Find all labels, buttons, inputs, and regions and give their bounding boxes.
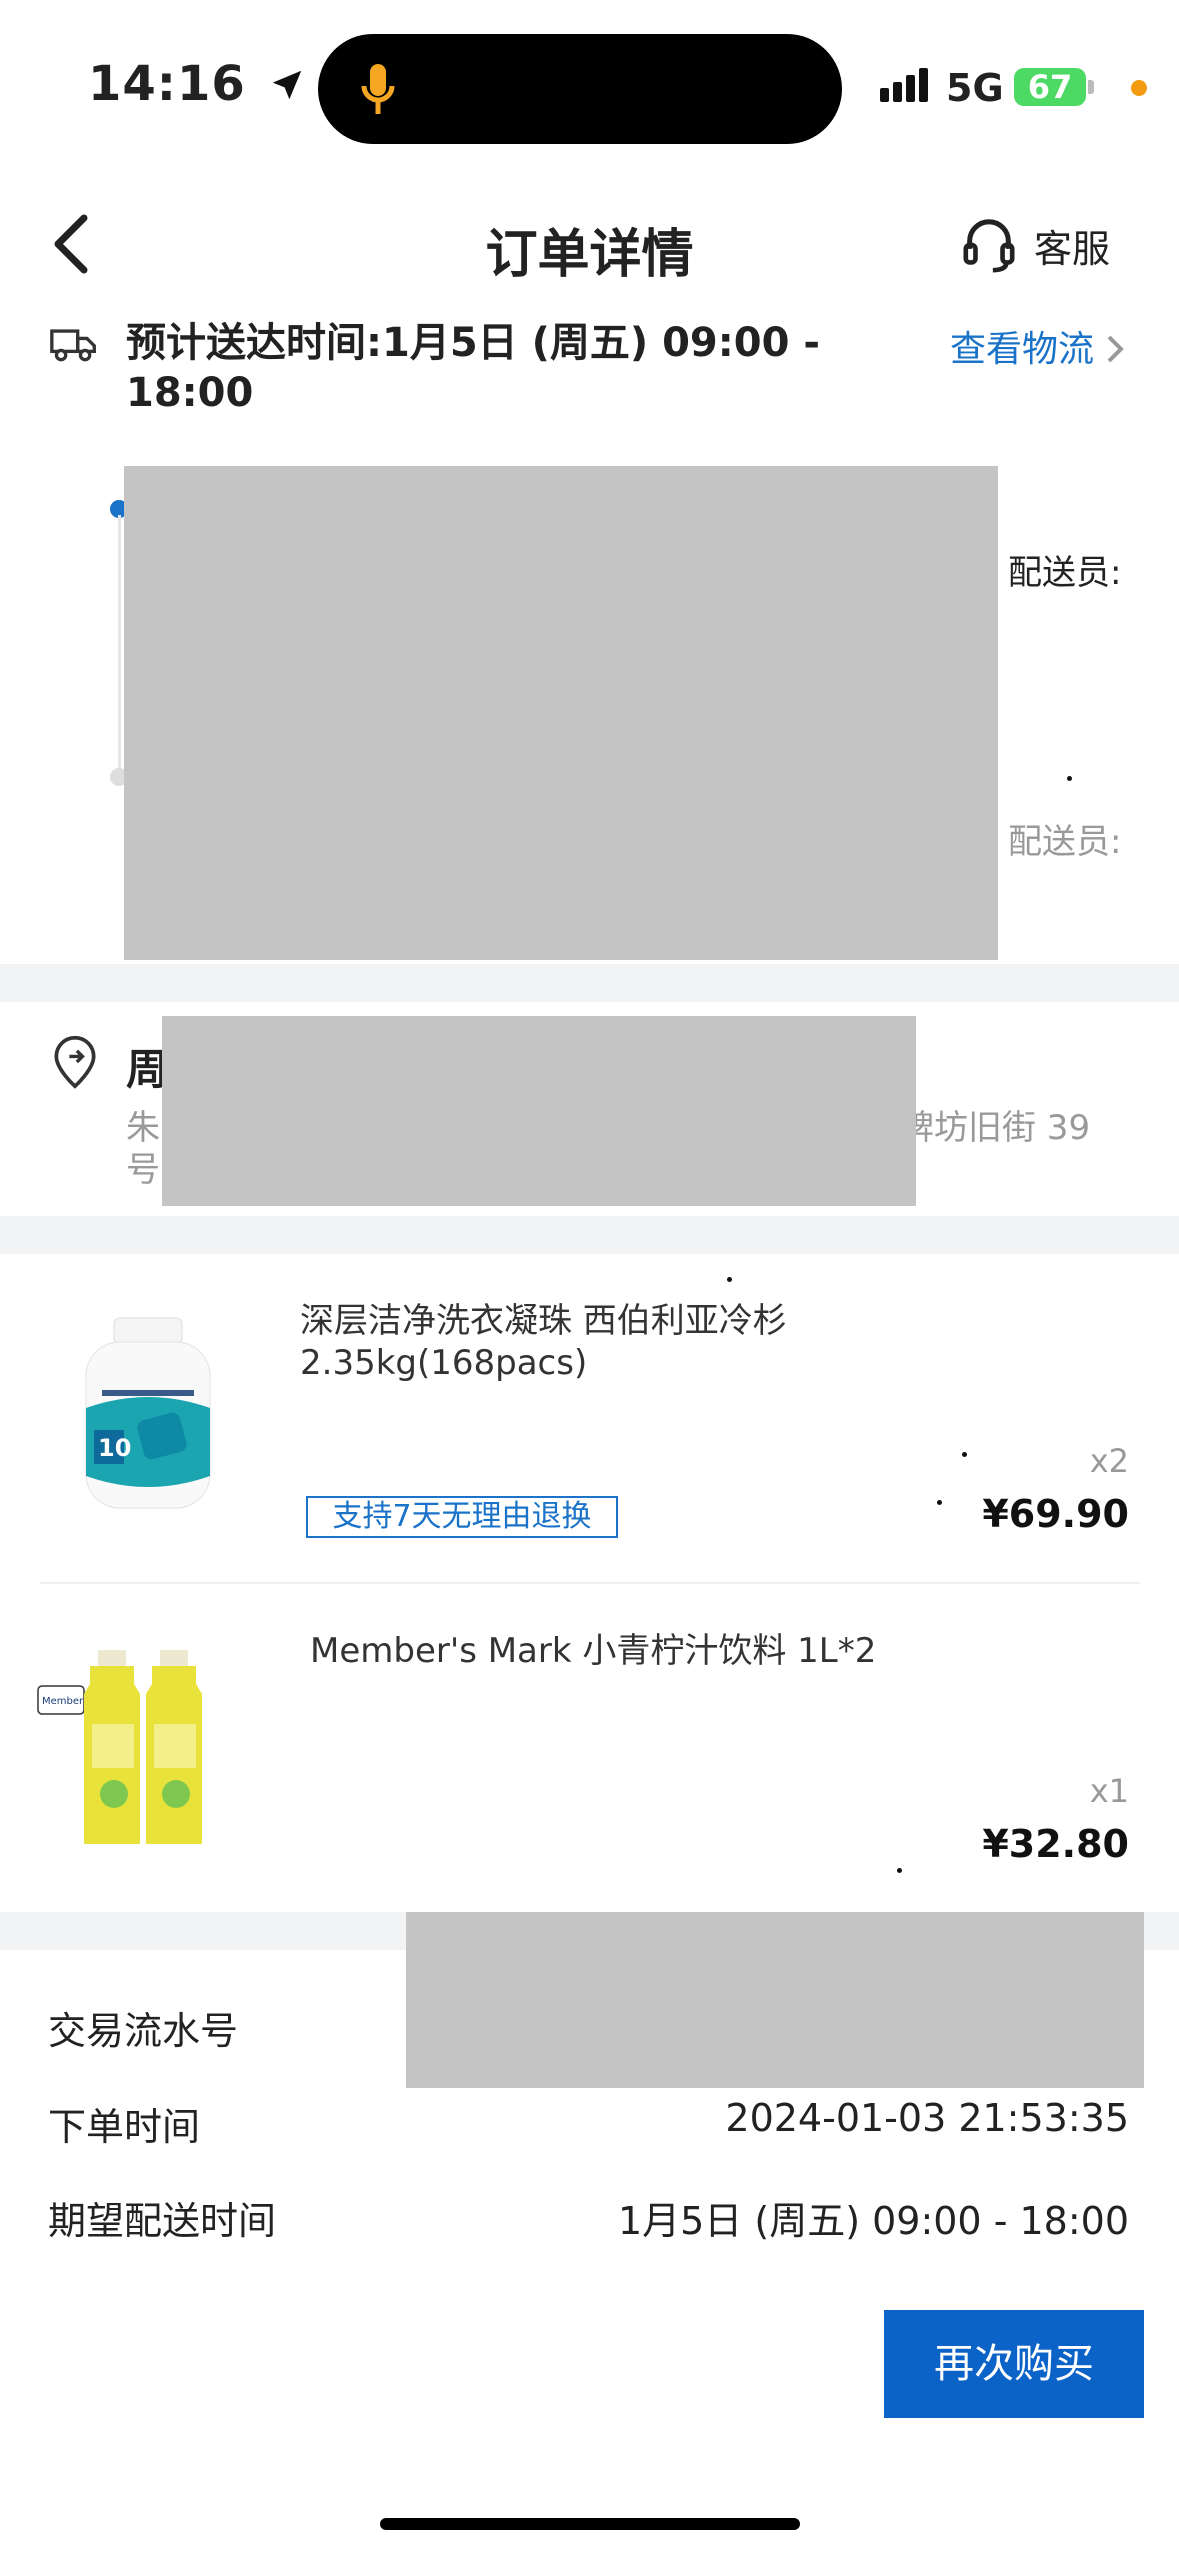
address-line-suffix: 牌坊旧街 39 [900, 1108, 1091, 1148]
order-time-label: 下单时间 [48, 2105, 201, 2149]
speck [962, 1452, 967, 1457]
section-divider [0, 964, 1179, 1002]
return-policy-badge: 支持7天无理由退换 [306, 1496, 618, 1538]
redacted-serial-number [406, 1912, 1144, 2088]
location-pin-icon [54, 1035, 96, 1089]
speck [897, 1868, 902, 1873]
serial-number-label: 交易流水号 [48, 2009, 239, 2053]
product-quantity: x1 [1089, 1772, 1129, 1810]
customer-service-label: 客服 [1034, 227, 1111, 271]
estimated-delivery-time: 预计送达时间:1月5日 (周五) 09:00 - 18:00 [126, 320, 820, 416]
microphone-icon [361, 64, 395, 114]
signal-icon [880, 68, 932, 102]
redacted-address [162, 1016, 916, 1206]
svg-text:10: 10 [98, 1434, 131, 1462]
network-type: 5G [946, 66, 1004, 110]
courier-label-previous: 配送员: [1008, 822, 1122, 862]
redacted-tracking-info [124, 466, 998, 960]
chevron-right-icon [1108, 335, 1125, 363]
product-price: ¥32.80 [982, 1822, 1129, 1866]
expected-delivery-label: 期望配送时间 [48, 2199, 277, 2243]
dynamic-island [318, 34, 842, 144]
battery-tip [1088, 80, 1094, 94]
status-time: 14:16 [88, 56, 306, 112]
courier-label-current: 配送员: [1008, 553, 1122, 593]
address-line-2: 号 [126, 1150, 160, 1190]
product-quantity: x2 [1089, 1442, 1129, 1480]
battery-icon: 67 [1014, 68, 1086, 106]
product-image-detergent[interactable]: 10 [80, 1316, 216, 1512]
view-logistics-label: 查看物流 [950, 329, 1095, 370]
timeline-line [118, 515, 121, 775]
truck-icon [50, 329, 96, 362]
product-name[interactable]: 深层洁净洗衣凝珠 西伯利亚冷杉 2.35kg(168pacs) [300, 1300, 860, 1384]
order-time-value: 2024-01-03 21:53:35 [725, 2096, 1129, 2140]
privacy-indicator [1131, 80, 1147, 96]
section-divider [0, 1216, 1179, 1254]
location-arrow-icon [272, 70, 301, 100]
headset-icon [963, 219, 1015, 273]
product-image-lime-juice[interactable]: Member's [34, 1644, 224, 1850]
speck [727, 1277, 732, 1282]
product-price: ¥69.90 [982, 1492, 1129, 1536]
buy-again-button[interactable]: 再次购买 [884, 2310, 1144, 2418]
item-separator [40, 1582, 1140, 1584]
home-indicator [380, 2518, 800, 2530]
expected-delivery-value: 1月5日 (周五) 09:00 - 18:00 [617, 2199, 1129, 2243]
svg-text:Member's: Member's [42, 1696, 91, 1707]
speck [937, 1500, 942, 1505]
product-name[interactable]: Member's Mark 小青柠汁饮料 1L*2 [310, 1630, 910, 1672]
customer-service-button[interactable]: 客服 [958, 212, 1138, 278]
speck [1067, 776, 1072, 781]
view-logistics-link[interactable]: 查看物流 [950, 320, 1125, 372]
